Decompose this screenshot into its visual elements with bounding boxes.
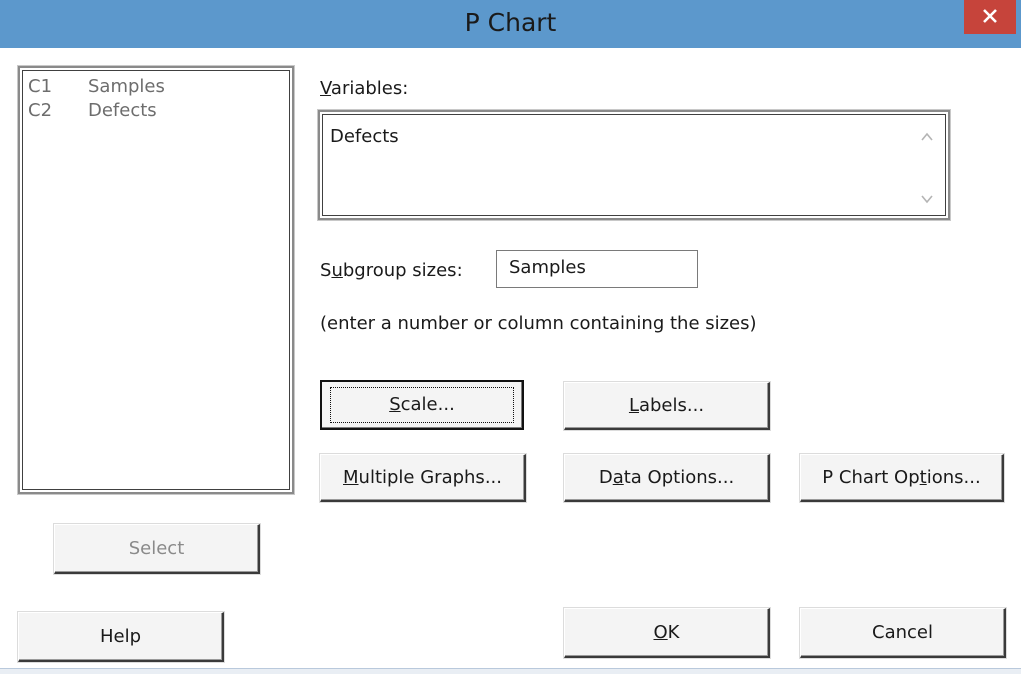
column-name: Defects	[88, 100, 157, 121]
select-button[interactable]: Select	[54, 524, 260, 574]
labels-button[interactable]: Labels...	[564, 382, 770, 430]
chevron-down-icon[interactable]	[918, 190, 936, 208]
subgroup-hint: (enter a number or column containing the…	[320, 313, 757, 334]
column-id: C2	[28, 100, 53, 121]
cancel-button[interactable]: Cancel	[800, 608, 1006, 658]
p-chart-dialog: P Chart C1 Samples C2 Defects Variables: D…	[0, 0, 1021, 674]
list-item[interactable]: C1 Samples	[28, 76, 165, 98]
ok-button[interactable]: OK	[564, 608, 770, 658]
title-bar: P Chart	[0, 0, 1021, 48]
close-button[interactable]	[964, 0, 1016, 34]
list-item[interactable]: C2 Defects	[28, 100, 157, 122]
column-name: Samples	[88, 76, 165, 97]
multiple-graphs-button[interactable]: Multiple Graphs...	[320, 454, 526, 502]
column-list[interactable]: C1 Samples C2 Defects	[17, 65, 295, 495]
variables-label: Variables:	[320, 78, 409, 99]
help-button[interactable]: Help	[18, 612, 224, 662]
subgroup-sizes-input[interactable]: Samples	[496, 250, 698, 288]
variables-value: Defects	[330, 126, 399, 147]
p-chart-options-button[interactable]: P Chart Options...	[800, 454, 1004, 502]
variables-field[interactable]: Defects	[317, 109, 951, 221]
column-id: C1	[28, 76, 53, 97]
chevron-up-icon[interactable]	[918, 128, 936, 146]
close-icon	[982, 5, 998, 29]
data-options-button[interactable]: Data Options...	[564, 454, 770, 502]
scale-button[interactable]: Scale...	[320, 380, 524, 430]
window-title: P Chart	[464, 8, 557, 37]
subgroup-sizes-label: Subgroup sizes:	[320, 260, 463, 281]
window-bottom-border	[0, 668, 1021, 674]
